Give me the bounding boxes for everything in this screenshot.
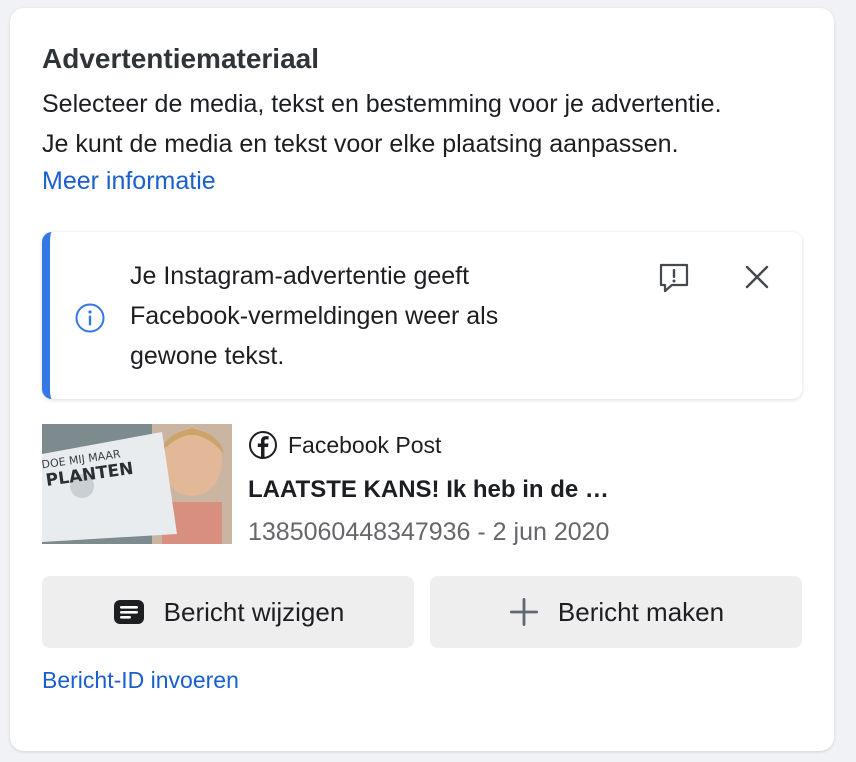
feedback-icon[interactable] — [656, 260, 692, 296]
facebook-icon — [249, 431, 277, 459]
notice-text: Je Instagram-advertentie geeft Facebook-… — [130, 256, 590, 376]
post-thumbnail: DOE MIJ MAAR PLANTEN — [42, 424, 232, 544]
post-meta: 1385060448347936 - 2 jun 2020 — [248, 518, 610, 546]
selected-post[interactable]: DOE MIJ MAAR PLANTEN Facebook Post LAATS… — [42, 424, 802, 546]
create-post-button[interactable]: Bericht maken — [430, 576, 802, 648]
plus-icon — [509, 598, 538, 626]
create-post-label: Bericht maken — [557, 596, 725, 627]
edit-post-label: Bericht wijzigen — [163, 596, 345, 627]
enter-post-id-link[interactable]: Bericht-ID invoeren — [42, 663, 239, 697]
section-description: Selecteer de media, tekst en bestemming … — [42, 84, 822, 164]
notice-line: gewone tekst. — [130, 342, 285, 370]
section-title: Advertentiemateriaal — [42, 43, 320, 74]
instagram-mentions-notice: Je Instagram-advertentie geeft Facebook-… — [42, 232, 802, 399]
post-source-label: Facebook Post — [288, 432, 442, 458]
notice-line: Facebook-vermeldingen weer als — [130, 302, 499, 330]
description-line: Je kunt de media en tekst voor elke plaa… — [42, 130, 679, 158]
close-icon[interactable] — [740, 260, 774, 294]
description-line: Selecteer de media, tekst en bestemming … — [42, 90, 722, 118]
post-thumbnail-image: DOE MIJ MAAR PLANTEN — [42, 424, 232, 544]
info-icon — [75, 303, 105, 333]
more-info-link[interactable]: Meer informatie — [42, 163, 216, 199]
message-icon — [113, 600, 144, 624]
ad-creative-card: Advertentiemateriaal Selecteer de media,… — [10, 8, 834, 751]
notice-line: Je Instagram-advertentie geeft — [130, 262, 470, 290]
post-source: Facebook Post — [248, 428, 441, 462]
edit-post-button[interactable]: Bericht wijzigen — [42, 576, 414, 648]
post-title: LAATSTE KANS! Ik heb in de … — [248, 476, 609, 503]
